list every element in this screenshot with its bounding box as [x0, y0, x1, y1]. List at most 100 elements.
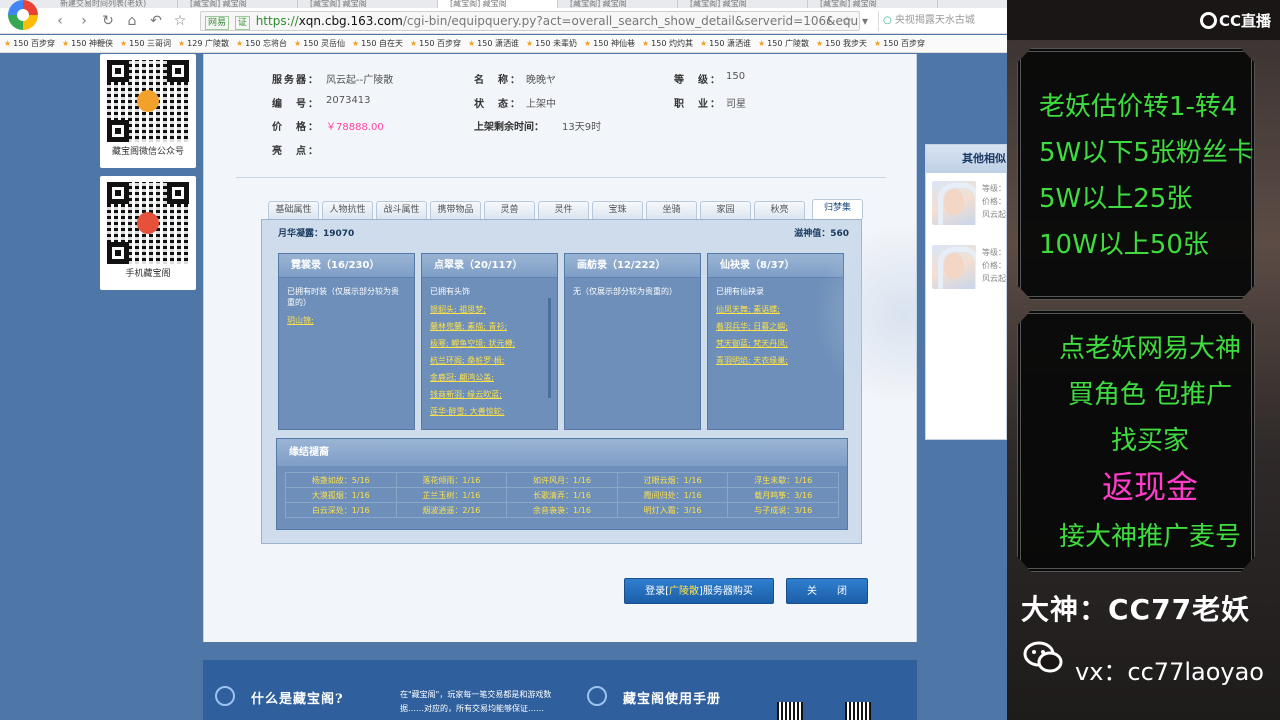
close-button[interactable]: 关 闭: [786, 578, 868, 604]
bookmark-item[interactable]: ★ 150 广陵散: [754, 35, 812, 52]
lightning-icon[interactable]: ⚡: [820, 11, 838, 31]
collection-card-diancui: 点翠录（20/117） 已拥有头饰 银貂头; 祖思梦; 蘭林兜蘭; 素描; 青衫…: [421, 253, 558, 430]
card-item-link[interactable]: 钱商新羽; 缘云吹蓝;: [422, 386, 557, 403]
card-item-link[interactable]: 莲华·醉雪; 大善惊蛇;: [422, 403, 557, 420]
bond-section: 缘结褪裔 杨盏如故：5/16 落花倾雨：1/16 如许风月：1/16 过眼云烟：…: [276, 438, 848, 530]
tab-autumn[interactable]: 秋亮: [754, 201, 805, 219]
tab-pets[interactable]: 灵兽: [484, 201, 535, 219]
reload-icon[interactable]: ↻: [98, 11, 118, 31]
table-row: 大漠孤烟：1/16 芷兰玉树：1/16 长歌清弄：1/16 霞间归处：1/16 …: [285, 487, 839, 503]
tab-guimengji[interactable]: 归梦集: [812, 199, 863, 219]
table-row: 白云深处：1/16 烟波逍遥：2/16 余音袅袅：1/16 明灯入霜：3/16 …: [285, 502, 839, 518]
buy-on-server-button[interactable]: 登录[广陵散]服务器购买: [624, 578, 774, 604]
streamer-name: 大神：CC77老妖: [1021, 593, 1251, 626]
tab-spirit[interactable]: 灵件: [538, 201, 589, 219]
tab-gems[interactable]: 宝珠: [592, 201, 643, 219]
mobile-qr-card[interactable]: 手机藏宝阁: [100, 176, 196, 290]
favorite-icon[interactable]: ☆: [838, 11, 856, 31]
overlay-line: 5W以上25张: [1039, 184, 1193, 214]
search-input[interactable]: ○ 央视揭露天水古城: [878, 11, 1007, 31]
tab-resist[interactable]: 人物抗性: [322, 201, 373, 219]
bond-cell: 如许风月：1/16: [506, 472, 618, 488]
bookmark-item[interactable]: ★ 150 百步穿: [870, 35, 928, 52]
browser-tab[interactable]: [藏宝阁] 藏宝阁: [558, 0, 678, 8]
qr-label: 藏宝阁微信公众号: [111, 147, 184, 157]
cert-badge: 证: [234, 16, 250, 30]
similar-item[interactable]: 等级： 价格： 风云起: [932, 181, 1007, 227]
browser-tab[interactable]: [藏宝阁] 藏宝阁: [808, 0, 938, 8]
card-item-link[interactable]: 梵天御蓝; 梵天丹凤;: [708, 335, 843, 352]
browser-tab[interactable]: [藏宝阁] 藏宝阁: [298, 0, 438, 8]
folder-icon: ★: [120, 39, 128, 48]
overlay-line: 5W以下5张粉丝卡: [1039, 138, 1254, 168]
card-description: 已拥有头饰: [430, 287, 470, 296]
bond-cell: 载月鸣筝：3/16: [727, 487, 839, 503]
card-item-link[interactable]: 银貂头; 祖思梦;: [422, 301, 557, 318]
home-icon[interactable]: ⌂: [122, 11, 142, 31]
bookmark-item[interactable]: ★ 150 百步穿: [0, 35, 58, 52]
card-item-link[interactable]: 玥山锦;: [279, 312, 414, 329]
search-icon: ○: [883, 15, 895, 26]
browser-tab[interactable]: 新建交易时间列表(老妖): [48, 0, 178, 8]
tab-combat[interactable]: 战斗属性: [376, 201, 427, 219]
bookmark-item[interactable]: ★ 150 百步穿: [406, 35, 464, 52]
back-icon[interactable]: ‹: [50, 11, 70, 31]
bookmark-item[interactable]: ★ 150 三哥词: [116, 35, 174, 52]
bond-cell: 烟波逍遥：2/16: [395, 502, 508, 518]
address-bar[interactable]: 网易 证 https://xqn.cbg.163.com/cgi-bin/equ…: [200, 11, 860, 31]
bond-cell: 杨盏如故：5/16: [285, 472, 397, 488]
bond-cell: 与子成说：3/16: [727, 502, 839, 518]
wechat-qr-card[interactable]: 藏宝阁微信公众号: [100, 54, 196, 168]
what-is-cbg-text: 在"藏宝阁"，玩家每一笔交易都是和游戏数据……对应的，所有交易均能够保证……: [400, 690, 552, 713]
card-item-link[interactable]: 蘭林兜蘭; 素描; 青衫;: [422, 318, 557, 335]
folder-icon: ★: [468, 39, 476, 48]
browser-tab[interactable]: [藏宝阁] 藏宝阁: [178, 0, 298, 8]
cc-logo-icon: [1200, 12, 1217, 29]
buy-prefix: 登录[: [645, 586, 669, 597]
card-scrollbar[interactable]: [548, 298, 551, 398]
tab-basic[interactable]: 基础属性: [268, 201, 319, 219]
card-item-link[interactable]: 青羽明焰; 天衣缘巢;: [708, 352, 843, 369]
similar-price: 价格：: [982, 261, 1006, 270]
tab-home[interactable]: 家园: [700, 201, 751, 219]
overlay-line: 老妖估价转1-转4: [1039, 92, 1238, 122]
similar-level: 等级：: [982, 248, 1006, 257]
forward-icon[interactable]: ›: [74, 11, 94, 31]
card-item-link[interactable]: 金鹿冠; 翩鸿公盖;: [422, 369, 557, 386]
bookmark-item[interactable]: ★ 150 灵岳仙: [290, 35, 348, 52]
undo-icon[interactable]: ↶: [146, 11, 166, 31]
tab-items[interactable]: 携带物品: [430, 201, 481, 219]
qr-label: 手机藏宝阁: [125, 269, 171, 279]
bookmark-item[interactable]: ★ 150 我步天: [812, 35, 870, 52]
browser-tab[interactable]: [藏宝阁] 藏宝阁: [678, 0, 808, 8]
bookmark-star-icon[interactable]: ☆: [170, 11, 190, 31]
card-title: 霓裳录（16/230）: [279, 254, 414, 278]
dropdown-icon[interactable]: ▾: [856, 11, 874, 31]
bookmark-item[interactable]: ★ 150 潇洒谁: [696, 35, 754, 52]
bookmark-item[interactable]: ★ 150 灼灼其: [638, 35, 696, 52]
character-avatar: [932, 181, 976, 225]
bookmark-item[interactable]: ★ 150 未辈奶: [522, 35, 580, 52]
bookmark-item[interactable]: ★ 150 潇洒谁: [464, 35, 522, 52]
tab-mounts[interactable]: 坐骑: [646, 201, 697, 219]
card-item-link[interactable]: 杭兰环阁; 桑桩罗·楫;: [422, 352, 557, 369]
bookmark-item[interactable]: ★ 150 忘将台: [232, 35, 290, 52]
overlay-line: 找买家: [1110, 426, 1189, 456]
manual-title[interactable]: 藏宝阁使用手册: [623, 688, 721, 707]
card-item-link[interactable]: 极寒; 鲤鱼空境; 状元樽;: [422, 335, 557, 352]
remain-time-value: 13天9时: [562, 122, 602, 133]
bond-cell: 过眼云烟：1/16: [616, 472, 729, 488]
bookmark-item[interactable]: ★ 150 神仙巷: [580, 35, 638, 52]
bookmarks-bar: ★ 150 百步穿 ★ 150 神鞭侠 ★ 150 三哥词 ★ 129 广陵散 ★ 150 忘将台…: [0, 35, 1007, 53]
qr-code-image: [107, 60, 189, 142]
similar-item[interactable]: 等级： 价格： 风云起: [932, 245, 1007, 291]
bookmark-item[interactable]: ★ 150 自在天: [348, 35, 406, 52]
card-item-link[interactable]: 着羽兵华; 日暮之嶼;: [708, 318, 843, 335]
bookmark-item[interactable]: ★ 129 广陵散: [174, 35, 232, 52]
card-description: 无（仅展示部分较为贵重的）: [573, 287, 677, 296]
card-item-link[interactable]: 仙凤天舞; 素语蝶;: [708, 301, 843, 318]
browser-tab-active[interactable]: [藏宝阁] 藏宝阁: [438, 0, 558, 8]
folder-icon: ★: [294, 39, 302, 48]
folder-icon: ★: [62, 39, 70, 48]
bookmark-item[interactable]: ★ 150 神鞭侠: [58, 35, 116, 52]
